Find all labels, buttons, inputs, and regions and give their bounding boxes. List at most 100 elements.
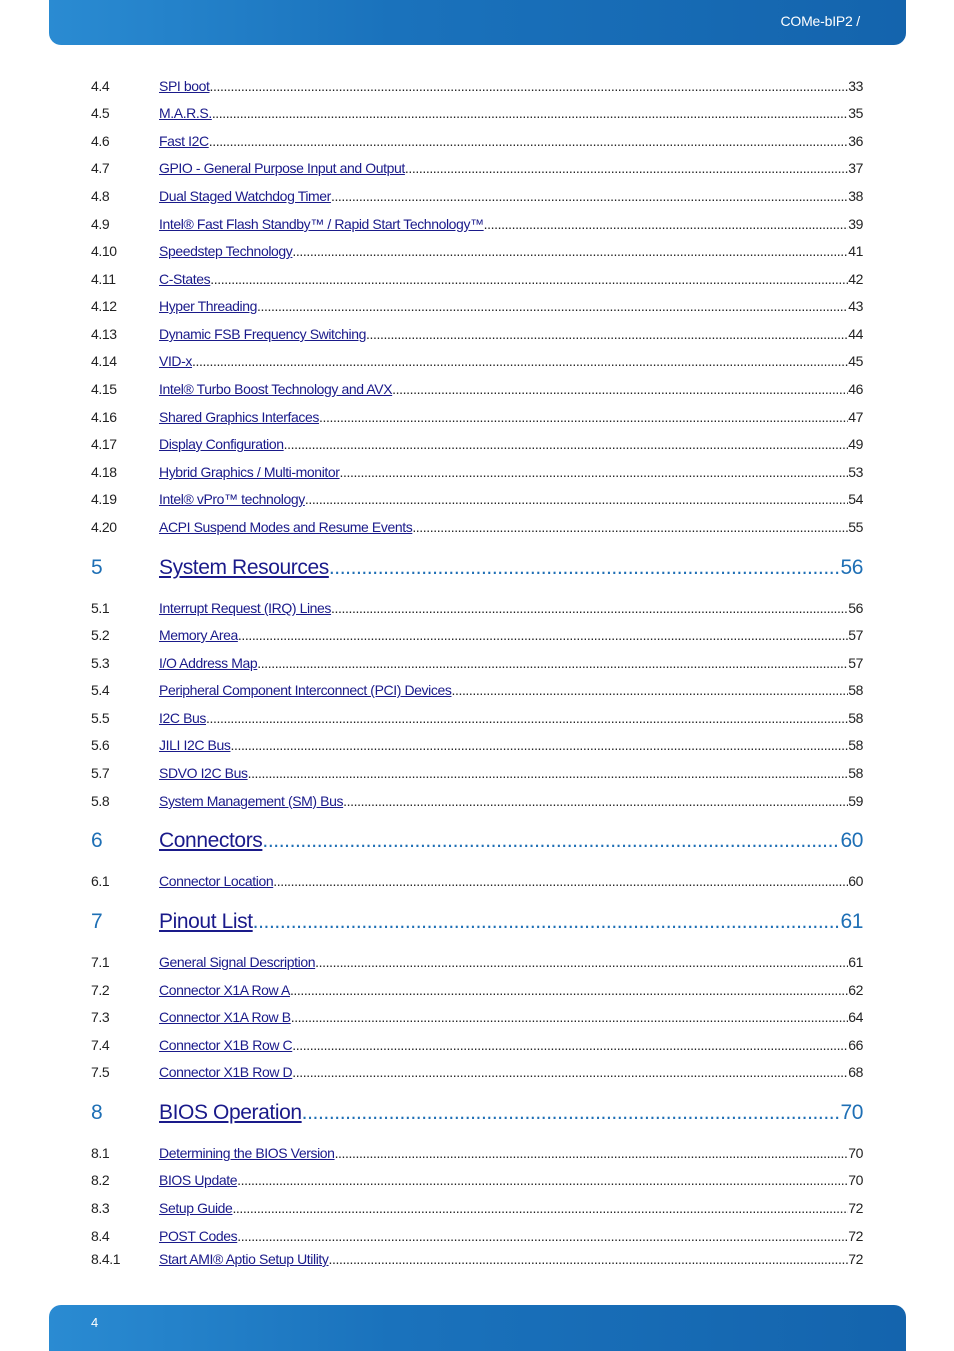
toc-entry[interactable]: 7.3 Connector X1A Row B..................… xyxy=(91,1009,863,1025)
toc-link[interactable]: Connector Location xyxy=(159,873,274,889)
toc-entry[interactable]: 4.9 Intel® Fast Flash Standby™ / Rapid St… xyxy=(91,216,863,232)
toc-page[interactable]: 58 xyxy=(848,737,863,753)
toc-link[interactable]: SDVO I2C Bus xyxy=(159,765,248,781)
toc-link[interactable]: Memory Area xyxy=(159,627,238,643)
toc-entry[interactable]: 4.17 Display Configuration...............… xyxy=(91,436,863,452)
toc-entry[interactable]: 8.3 Setup Guide..........................… xyxy=(91,1200,863,1216)
toc-entry[interactable]: 4.16 Shared Graphics Interfaces..........… xyxy=(91,409,863,425)
toc-link[interactable]: I/O Address Map xyxy=(159,655,258,671)
toc-entry[interactable]: 8.1 Determining the BIOS Version.........… xyxy=(91,1145,863,1161)
toc-chapter[interactable]: 8 BIOS Operation.........................… xyxy=(91,1101,863,1125)
toc-entry[interactable]: 4.11 C-States............................… xyxy=(91,271,863,287)
toc-page[interactable]: 56 xyxy=(848,600,863,616)
toc-link[interactable]: Start AMI® Aptio Setup Utility xyxy=(159,1251,329,1267)
toc-page[interactable]: 61 xyxy=(848,954,863,970)
toc-link[interactable]: VID-x xyxy=(159,353,192,369)
toc-entry[interactable]: 8.4.1 Start AMI® Aptio Setup Utility.....… xyxy=(91,1251,863,1267)
toc-link[interactable]: Interrupt Request (IRQ) Lines xyxy=(159,600,331,616)
toc-link[interactable]: Connector X1B Row C xyxy=(159,1037,293,1053)
toc-chapter[interactable]: 7 Pinout List............................… xyxy=(91,910,863,934)
toc-page[interactable]: 64 xyxy=(848,1009,863,1025)
toc-page[interactable]: 70 xyxy=(848,1145,863,1161)
toc-entry[interactable]: 4.4 SPI boot.............................… xyxy=(91,78,863,94)
toc-link[interactable]: SPI boot xyxy=(159,78,210,94)
toc-page[interactable]: 49 xyxy=(848,436,863,452)
toc-page[interactable]: 57 xyxy=(848,627,863,643)
toc-link[interactable]: Hybrid Graphics / Multi-monitor xyxy=(159,464,340,480)
toc-entry[interactable]: 4.13 Dynamic FSB Frequency Switching.....… xyxy=(91,326,863,342)
toc-page[interactable]: 72 xyxy=(848,1251,863,1267)
toc-entry[interactable]: 5.4 Peripheral Component Interconnect (PC… xyxy=(91,682,863,698)
toc-link[interactable]: General Signal Description xyxy=(159,954,316,970)
toc-link[interactable]: Connector X1B Row D xyxy=(159,1064,293,1080)
toc-page[interactable]: 60 xyxy=(848,873,863,889)
toc-entry[interactable]: 4.20 ACPI Suspend Modes and Resume Events… xyxy=(91,519,863,535)
toc-page[interactable]: 66 xyxy=(848,1037,863,1053)
toc-page[interactable]: 72 xyxy=(848,1228,863,1244)
toc-link[interactable]: I2C Bus xyxy=(159,710,206,726)
toc-page[interactable]: 55 xyxy=(848,519,863,535)
toc-page[interactable]: 54 xyxy=(848,491,863,507)
toc-entry[interactable]: 8.4 POST Codes...........................… xyxy=(91,1228,863,1244)
toc-page[interactable]: 39 xyxy=(848,216,863,232)
toc-page[interactable]: 60 xyxy=(840,829,863,853)
toc-page[interactable]: 42 xyxy=(848,271,863,287)
toc-link[interactable]: C-States xyxy=(159,271,211,287)
toc-link[interactable]: Connector X1A Row A xyxy=(159,982,290,998)
toc-entry[interactable]: 7.1 General Signal Description...........… xyxy=(91,954,863,970)
toc-entry[interactable]: 7.4 Connector X1B Row C..................… xyxy=(91,1037,863,1053)
toc-page[interactable]: 37 xyxy=(848,160,863,176)
toc-entry[interactable]: 8.2 BIOS Update..........................… xyxy=(91,1172,863,1188)
toc-page[interactable]: 62 xyxy=(848,982,863,998)
toc-link[interactable]: M.A.R.S. xyxy=(159,105,212,121)
toc-link[interactable]: ACPI Suspend Modes and Resume Events xyxy=(159,519,413,535)
toc-chapter[interactable]: 5 System Resources.......................… xyxy=(91,556,863,580)
toc-page[interactable]: 68 xyxy=(848,1064,863,1080)
toc-page[interactable]: 72 xyxy=(848,1200,863,1216)
toc-entry[interactable]: 5.6 JILI I2C Bus.........................… xyxy=(91,737,863,753)
toc-link[interactable]: BIOS Update xyxy=(159,1172,237,1188)
toc-link[interactable]: System Resources xyxy=(159,556,329,580)
toc-entry[interactable]: 5.2 Memory Area..........................… xyxy=(91,627,863,643)
toc-page[interactable]: 58 xyxy=(848,765,863,781)
toc-entry[interactable]: 4.10 Speedstep Technology................… xyxy=(91,243,863,259)
toc-entry[interactable]: 5.5 I2C Bus..............................… xyxy=(91,710,863,726)
toc-page[interactable]: 36 xyxy=(848,133,863,149)
toc-page[interactable]: 46 xyxy=(848,381,863,397)
toc-entry[interactable]: 4.6 Fast I2C.............................… xyxy=(91,133,863,149)
toc-page[interactable]: 57 xyxy=(848,655,863,671)
toc-page[interactable]: 35 xyxy=(848,105,863,121)
toc-entry[interactable]: 4.14 VID-x...............................… xyxy=(91,353,863,369)
toc-entry[interactable]: 4.8 Dual Staged Watchdog Timer...........… xyxy=(91,188,863,204)
toc-page[interactable]: 44 xyxy=(848,326,863,342)
toc-entry[interactable]: 4.18 Hybrid Graphics / Multi-monitor.....… xyxy=(91,464,863,480)
toc-link[interactable]: Display Configuration xyxy=(159,436,284,452)
toc-link[interactable]: Intel® Fast Flash Standby™ / Rapid Start… xyxy=(159,216,484,232)
toc-link[interactable]: Speedstep Technology xyxy=(159,243,293,259)
toc-page[interactable]: 53 xyxy=(848,464,863,480)
toc-entry[interactable]: 5.3 I/O Address Map......................… xyxy=(91,655,863,671)
toc-link[interactable]: Shared Graphics Interfaces xyxy=(159,409,319,425)
toc-page[interactable]: 47 xyxy=(848,409,863,425)
toc-page[interactable]: 45 xyxy=(848,353,863,369)
toc-link[interactable]: Intel® vPro™ technology xyxy=(159,491,305,507)
toc-link[interactable]: Pinout List xyxy=(159,910,253,934)
toc-page[interactable]: 58 xyxy=(848,710,863,726)
toc-link[interactable]: Peripheral Component Interconnect (PCI) … xyxy=(159,682,452,698)
toc-link[interactable]: Hyper Threading xyxy=(159,298,257,314)
toc-chapter[interactable]: 6 Connectors.............................… xyxy=(91,829,863,853)
toc-link[interactable]: BIOS Operation xyxy=(159,1101,302,1125)
toc-entry[interactable]: 4.5 M.A.R.S..............................… xyxy=(91,105,863,121)
toc-page[interactable]: 70 xyxy=(840,1101,863,1125)
toc-entry[interactable]: 6.1 Connector Location...................… xyxy=(91,873,863,889)
toc-link[interactable]: Dual Staged Watchdog Timer xyxy=(159,188,331,204)
toc-link[interactable]: Setup Guide xyxy=(159,1200,233,1216)
toc-link[interactable]: Intel® Turbo Boost Technology and AVX xyxy=(159,381,393,397)
toc-link[interactable]: Dynamic FSB Frequency Switching xyxy=(159,326,366,342)
toc-link[interactable]: System Management (SM) Bus xyxy=(159,793,344,809)
toc-link[interactable]: GPIO - General Purpose Input and Output xyxy=(159,160,405,176)
toc-link[interactable]: JILI I2C Bus xyxy=(159,737,231,753)
toc-entry[interactable]: 7.5 Connector X1B Row D..................… xyxy=(91,1064,863,1080)
toc-entry[interactable]: 4.12 Hyper Threading.....................… xyxy=(91,298,863,314)
toc-entry[interactable]: 5.8 System Management (SM) Bus...........… xyxy=(91,793,863,809)
